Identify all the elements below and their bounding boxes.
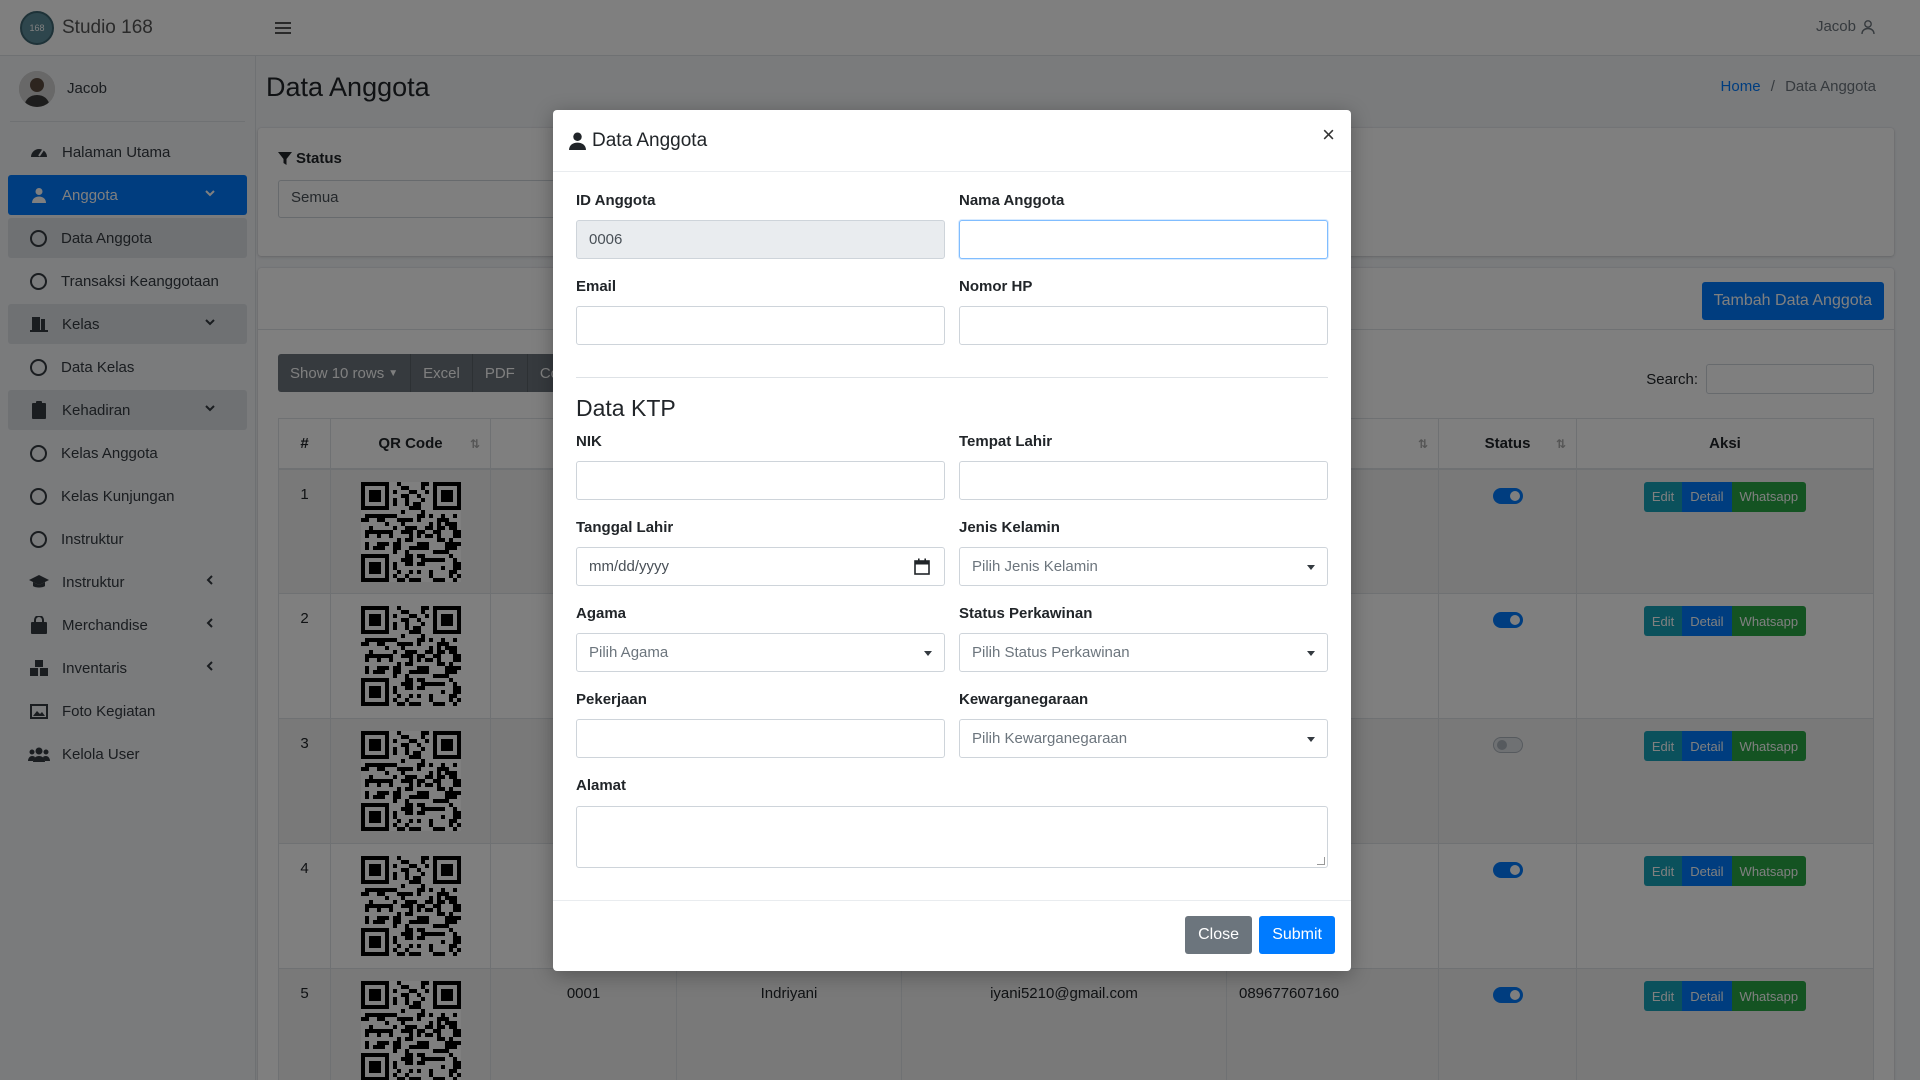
modal-title: Data Anggota [592, 129, 708, 151]
email-label: Email [576, 278, 617, 295]
close-button[interactable]: Close [1185, 916, 1252, 954]
status-perkawinan-select[interactable]: Pilih Status Perkawinan [959, 633, 1328, 672]
ktp-section-title: Data KTP [576, 395, 676, 421]
status-perkawinan-label: Status Perkawinan [959, 605, 1093, 622]
member-modal: Data Anggota × ID Anggota 0006 Nama Angg… [553, 110, 1351, 971]
alamat-textarea[interactable] [576, 806, 1328, 868]
submit-button[interactable]: Submit [1259, 916, 1335, 954]
jenis-kelamin-select[interactable]: Pilih Jenis Kelamin [959, 547, 1328, 586]
pekerjaan-label: Pekerjaan [576, 691, 647, 708]
id-anggota-field[interactable]: 0006 [576, 220, 945, 259]
modal-footer: Close Submit [553, 900, 1351, 971]
alamat-label: Alamat [576, 777, 627, 794]
close-icon[interactable]: × [1322, 124, 1335, 146]
caret-down-icon [1307, 651, 1315, 656]
kewarganegaraan-select[interactable]: Pilih Kewarganegaraan [959, 719, 1328, 758]
kewarganegaraan-label: Kewarganegaraan [959, 691, 1089, 708]
caret-down-icon [1307, 737, 1315, 742]
pekerjaan-field[interactable] [576, 719, 945, 758]
agama-label: Agama [576, 605, 627, 622]
select-placeholder: Pilih Status Perkawinan [972, 644, 1130, 661]
resize-handle[interactable] [1317, 857, 1325, 865]
caret-down-icon [924, 651, 932, 656]
caret-down-icon [1307, 565, 1315, 570]
email-field[interactable] [576, 306, 945, 345]
nik-label: NIK [576, 433, 602, 450]
tempat-lahir-field[interactable] [959, 461, 1328, 500]
nik-field[interactable] [576, 461, 945, 500]
select-placeholder: Pilih Agama [589, 644, 669, 661]
modal-header: Data Anggota × [553, 110, 1351, 172]
user-icon [569, 132, 586, 150]
jenis-kelamin-label: Jenis Kelamin [959, 519, 1060, 536]
nomor-hp-field[interactable] [959, 306, 1328, 345]
agama-select[interactable]: Pilih Agama [576, 633, 945, 672]
nama-anggota-label: Nama Anggota [959, 192, 1065, 209]
nomor-hp-label: Nomor HP [959, 278, 1033, 295]
id-anggota-label: ID Anggota [576, 192, 656, 209]
section-divider [576, 377, 1328, 378]
calendar-icon[interactable] [914, 558, 930, 575]
tanggal-lahir-field[interactable]: mm/dd/yyyy [576, 547, 945, 586]
select-placeholder: Pilih Kewarganegaraan [972, 730, 1128, 747]
date-placeholder: mm/dd/yyyy [589, 558, 670, 575]
select-placeholder: Pilih Jenis Kelamin [972, 558, 1098, 575]
tanggal-lahir-label: Tanggal Lahir [576, 519, 674, 536]
nama-anggota-field[interactable] [959, 220, 1328, 259]
tempat-lahir-label: Tempat Lahir [959, 433, 1053, 450]
